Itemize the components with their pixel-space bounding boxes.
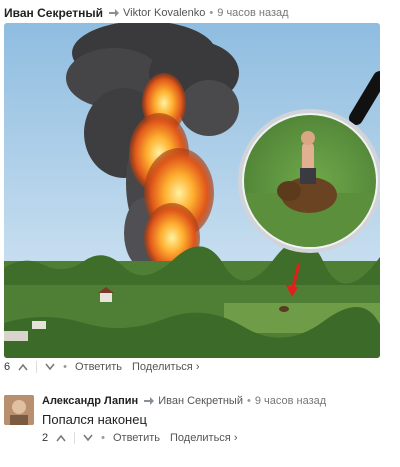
post-vote-count: 6 xyxy=(4,361,11,373)
separator-dot: • xyxy=(101,432,105,444)
post-header: Иван Секретный Viktor Kovalenko • 9 часо… xyxy=(4,5,289,21)
comment-author[interactable]: Александр Лапин xyxy=(42,395,138,407)
comment-text: Попался наконец xyxy=(42,412,147,427)
avatar[interactable] xyxy=(4,395,34,425)
separator-dot: • xyxy=(209,7,214,19)
separator-dot: • xyxy=(247,395,251,407)
separator-dot: • xyxy=(63,361,67,373)
share-button[interactable]: Поделиться › xyxy=(170,432,237,444)
post-author[interactable]: Иван Секретный xyxy=(4,6,103,20)
reply-button[interactable]: Ответить xyxy=(75,361,122,373)
post-reply-to[interactable]: Viktor Kovalenko xyxy=(123,7,205,19)
chevron-up-icon[interactable] xyxy=(18,363,28,371)
share-button[interactable]: Поделиться › xyxy=(132,361,199,373)
comment-header: Александр Лапин Иван Секретный • 9 часов… xyxy=(42,395,326,407)
divider xyxy=(74,432,76,444)
reply-arrow-icon xyxy=(109,9,120,17)
chevron-up-icon[interactable] xyxy=(56,434,66,442)
post-image[interactable] xyxy=(4,23,380,358)
comment-actions: 2 • Ответить Поделиться › xyxy=(42,432,237,444)
reply-button[interactable]: Ответить xyxy=(113,432,160,444)
post-time[interactable]: 9 часов назад xyxy=(217,7,288,19)
reply-arrow-icon xyxy=(144,397,155,405)
divider xyxy=(36,361,38,373)
post-actions: 6 • Ответить Поделиться › xyxy=(4,361,199,373)
chevron-down-icon[interactable] xyxy=(83,434,93,442)
comment-reply-to[interactable]: Иван Секретный xyxy=(158,395,243,407)
post-image-svg xyxy=(4,23,380,358)
comment-vote-count: 2 xyxy=(42,432,49,444)
comment-time[interactable]: 9 часов назад xyxy=(255,395,326,407)
chevron-down-icon[interactable] xyxy=(45,363,55,371)
